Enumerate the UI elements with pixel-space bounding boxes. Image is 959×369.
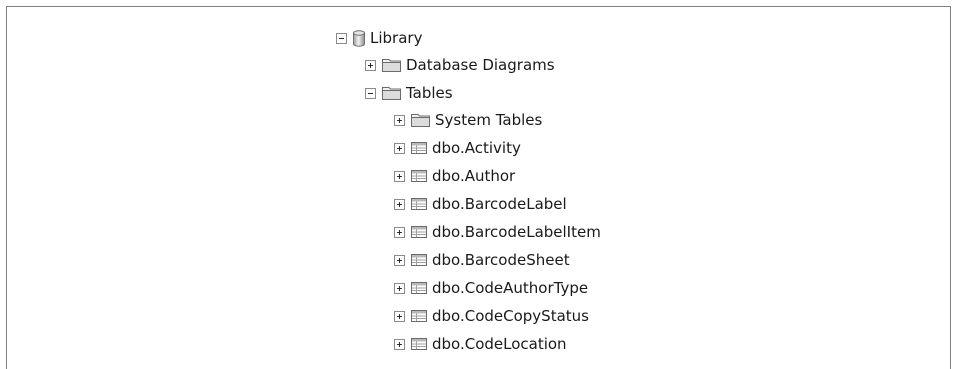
table-icon [411,198,427,210]
tree-node-table[interactable]: dbo.CodeCopyStatus [394,305,589,327]
tree-node-table[interactable]: dbo.Author [394,165,515,187]
tree-node-table[interactable]: dbo.BarcodeLabelItem [394,221,601,243]
tree-node-table[interactable]: dbo.CodeLocation [394,333,567,355]
tree-node-label: dbo.CodeAuthorType [432,279,589,297]
object-explorer-tree: Library Database Diagrams Tables System … [7,7,950,369]
tree-node-table[interactable]: dbo.CodeAuthorType [394,277,588,299]
expand-icon[interactable] [394,142,405,154]
table-icon [411,310,427,322]
table-icon [411,226,427,238]
tree-node-label: dbo.CodeCopyStatus [432,307,589,325]
expand-icon[interactable] [365,59,376,71]
folder-icon [382,59,401,72]
table-icon [411,282,427,294]
table-icon [411,338,427,350]
tree-node-library[interactable]: Library [336,27,422,49]
expand-icon[interactable] [394,254,405,266]
tree-node-label: dbo.BarcodeLabelItem [432,223,601,241]
expand-icon[interactable] [394,170,405,182]
tree-node-label: dbo.Author [432,167,516,185]
table-icon [411,254,427,266]
tree-node-label: dbo.BarcodeSheet [432,251,570,269]
expand-icon[interactable] [394,310,405,322]
tree-node-label: dbo.CodeLocation [432,335,567,353]
tree-node-tables[interactable]: Tables [365,82,453,104]
tree-node-database-diagrams[interactable]: Database Diagrams [365,54,555,76]
tree-node-table[interactable]: dbo.Activity [394,137,521,159]
expand-icon[interactable] [394,226,405,238]
tree-node-label: Tables [406,84,453,102]
tree-node-table[interactable]: dbo.BarcodeLabel [394,193,567,215]
expand-icon[interactable] [394,114,405,126]
collapse-icon[interactable] [336,32,347,44]
expand-icon[interactable] [394,198,405,210]
tree-node-label: Library [370,29,423,47]
expand-icon[interactable] [394,282,405,294]
table-icon [411,142,427,154]
tree-node-label: Database Diagrams [406,56,555,74]
tree-node-system-tables[interactable]: System Tables [394,109,542,131]
expand-icon[interactable] [394,338,405,350]
tree-node-label: System Tables [435,111,543,129]
tree-node-table[interactable]: dbo.BarcodeSheet [394,249,570,271]
folder-icon [411,114,430,127]
object-explorer-panel: Library Database Diagrams Tables System … [6,6,951,369]
tree-node-label: dbo.BarcodeLabel [432,195,567,213]
database-icon [353,29,365,47]
folder-icon [382,87,401,100]
tree-node-label: dbo.Activity [432,139,521,157]
collapse-icon[interactable] [365,87,376,99]
table-icon [411,170,427,182]
